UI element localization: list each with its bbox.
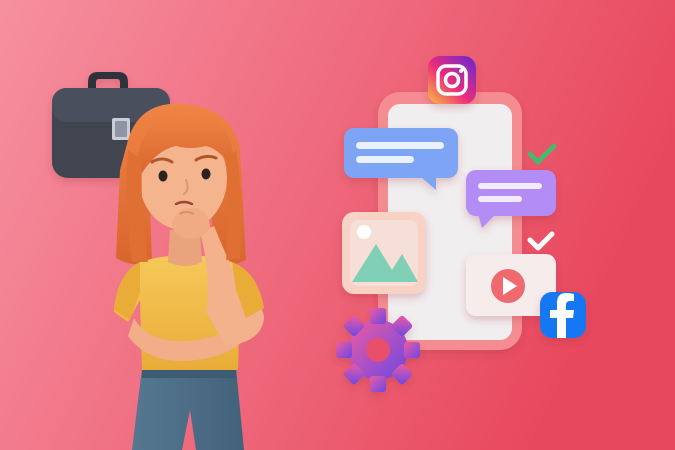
- gear-icon: [336, 308, 420, 392]
- background: [0, 0, 675, 450]
- eye-left: [158, 170, 168, 182]
- illustration-scene: [0, 0, 675, 450]
- image-icon: [342, 212, 426, 294]
- eye-right: [201, 168, 211, 180]
- instagram-icon: [428, 56, 476, 104]
- scene-svg: [0, 0, 675, 450]
- facebook-icon: [540, 292, 586, 338]
